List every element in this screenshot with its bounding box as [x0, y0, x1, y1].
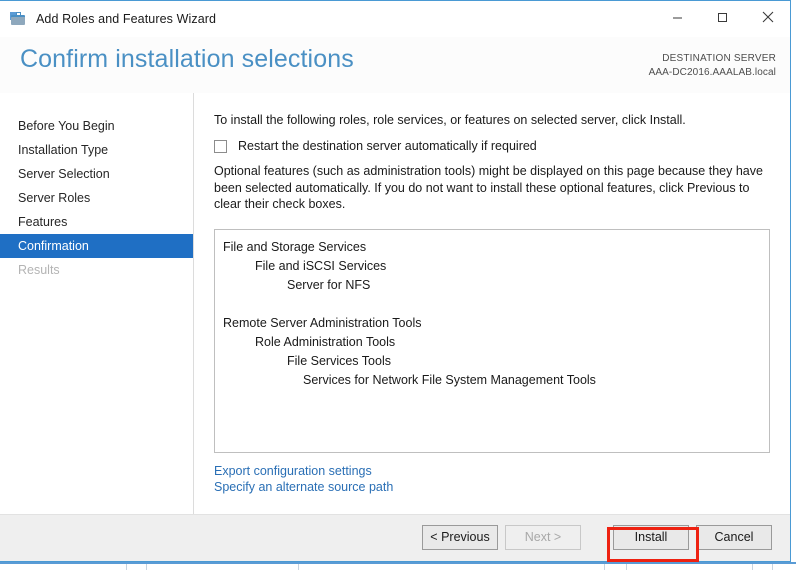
minimize-icon[interactable] [655, 1, 700, 33]
destination-server-block: DESTINATION SERVER AAA-DC2016.AAALAB.loc… [649, 52, 776, 80]
maximize-icon[interactable] [700, 1, 745, 33]
sidebar-item-confirmation[interactable]: Confirmation [0, 234, 193, 258]
sidebar-item-installation-type[interactable]: Installation Type [0, 138, 193, 162]
destination-server-value: AAA-DC2016.AAALAB.local [648, 67, 776, 78]
list-item: File and iSCSI Services [255, 259, 387, 273]
specify-alternate-source-path-link[interactable]: Specify an alternate source path [214, 479, 393, 495]
main-content: To install the following roles, role ser… [194, 93, 790, 514]
next-button: Next > [505, 525, 581, 550]
sidebar-item-before-you-begin[interactable]: Before You Begin [0, 114, 193, 138]
restart-server-checkbox[interactable] [214, 139, 227, 153]
window-controls [655, 1, 790, 37]
cancel-button[interactable]: Cancel [696, 525, 772, 550]
sidebar-item-server-selection[interactable]: Server Selection [0, 162, 193, 186]
sidebar-item-server-roles[interactable]: Server Roles [0, 186, 193, 210]
list-item: File and Storage Services [223, 240, 367, 254]
background-window-divider [146, 564, 147, 570]
sidebar-item-results: Results [18, 263, 60, 277]
background-window-strip [0, 562, 796, 570]
background-window-divider [772, 564, 773, 570]
wizard-footer: < Previous Next > Install Cancel [0, 514, 790, 561]
list-item: Role Administration Tools [255, 335, 396, 349]
page-title: Confirm installation selections [20, 45, 354, 73]
wizard-window: Add Roles and Features Wizard Confirm in… [0, 0, 791, 562]
restart-server-checkbox-row[interactable]: Restart the destination server automatic… [214, 139, 537, 153]
intro-text: To install the following roles, role ser… [214, 113, 686, 127]
list-item-spacer [215, 295, 769, 314]
wizard-nav-list: Before You Begin Installation Type Serve… [0, 114, 193, 282]
optional-features-note: Optional features (such as administratio… [214, 164, 763, 211]
export-configuration-settings-link[interactable]: Export configuration settings [214, 463, 393, 479]
background-window-divider [626, 564, 627, 570]
selection-listbox[interactable]: File and Storage Services File and iSCSI… [214, 229, 770, 453]
sidebar-item-features[interactable]: Features [0, 210, 193, 234]
background-window-divider [298, 564, 299, 570]
window-title: Add Roles and Features Wizard [36, 12, 217, 26]
screen-root: Add Roles and Features Wizard Confirm in… [0, 0, 796, 570]
wizard-nav-pane: Before You Begin Installation Type Serve… [0, 93, 194, 514]
page-header: Confirm installation selections DESTINAT… [0, 37, 790, 93]
list-item: File Services Tools [287, 354, 391, 368]
wizard-toolbox-icon [9, 10, 27, 28]
background-window-divider [752, 564, 753, 570]
title-bar: Add Roles and Features Wizard [0, 1, 790, 37]
install-button[interactable]: Install [613, 525, 689, 550]
destination-server-label: DESTINATION SERVER [662, 53, 776, 64]
previous-button[interactable]: < Previous [422, 525, 498, 550]
background-window-divider [604, 564, 605, 570]
list-item: Remote Server Administration Tools [223, 316, 422, 330]
background-window-divider [126, 564, 127, 570]
restart-server-checkbox-label: Restart the destination server automatic… [238, 139, 537, 153]
selection-tree: File and Storage Services File and iSCSI… [215, 230, 769, 390]
list-item: Server for NFS [287, 278, 371, 292]
close-icon[interactable] [745, 1, 790, 33]
content-links: Export configuration settings Specify an… [214, 463, 393, 495]
list-item: Services for Network File System Managem… [303, 373, 596, 387]
